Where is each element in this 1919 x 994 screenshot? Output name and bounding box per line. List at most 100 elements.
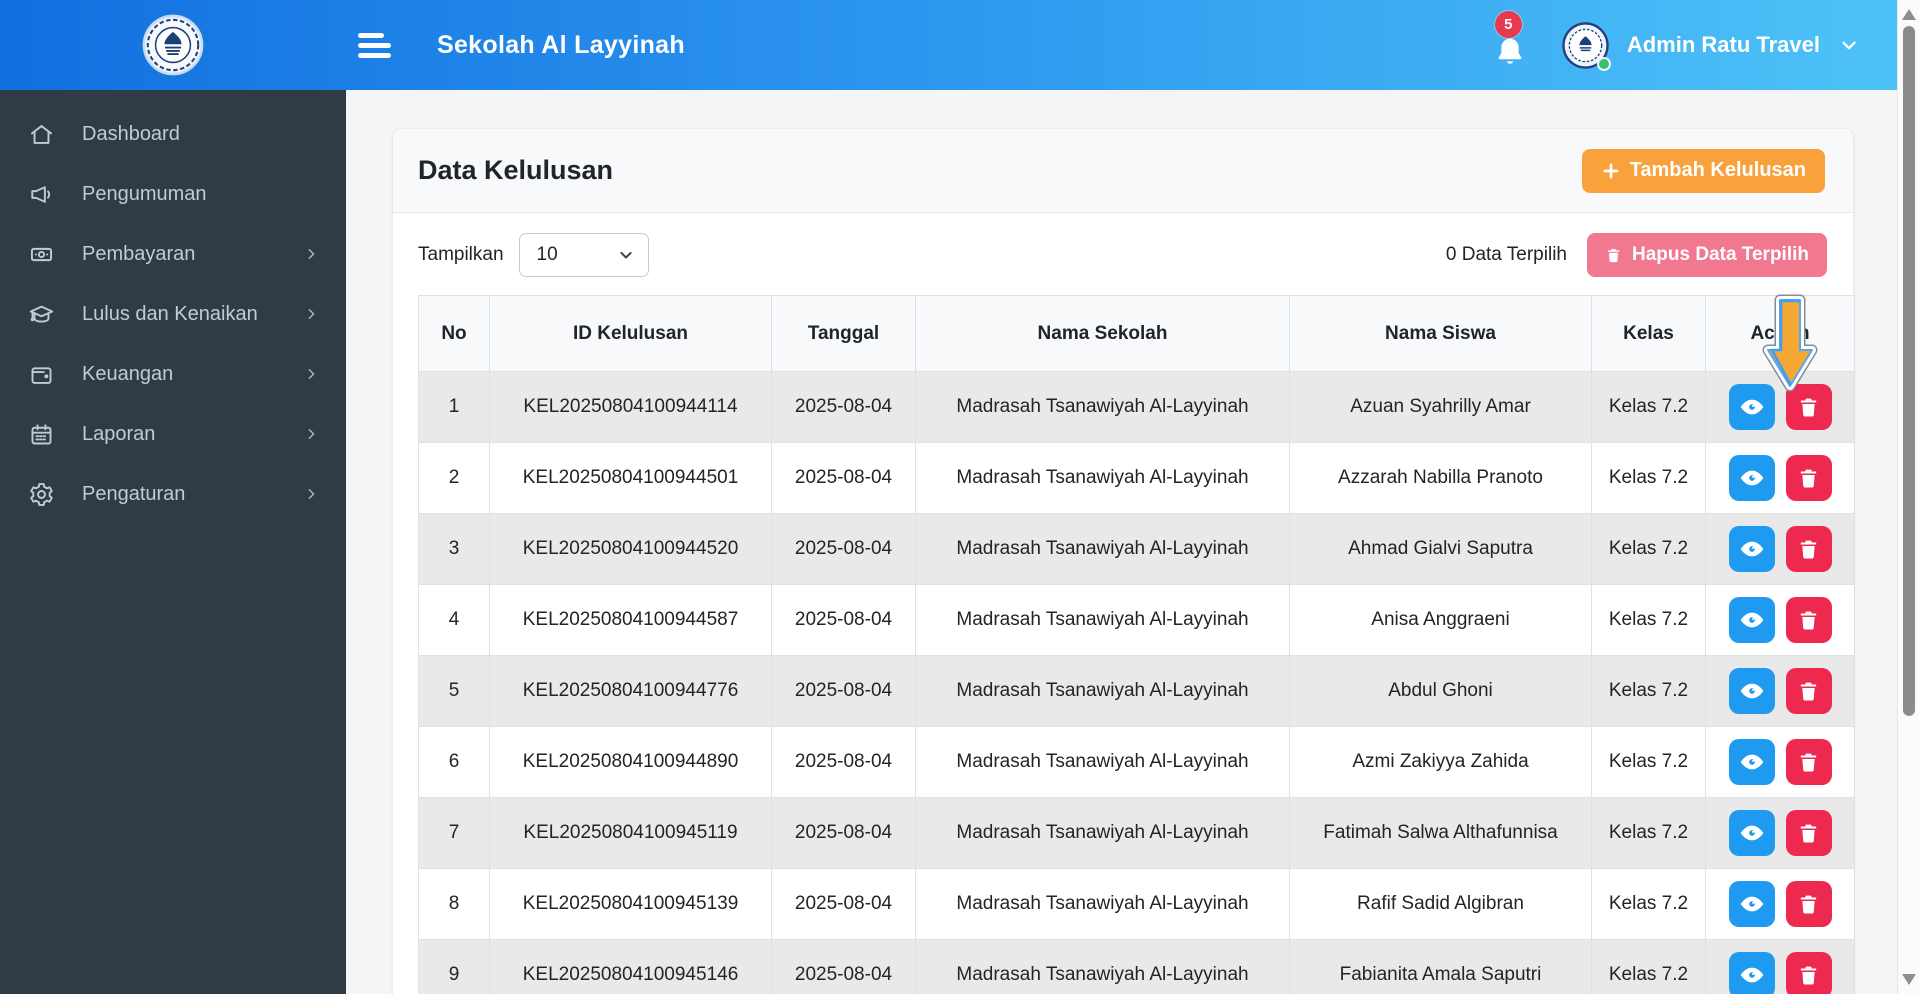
cell-siswa: Fatimah Salwa Althafunnisa — [1289, 797, 1592, 869]
page-size-select[interactable]: 10 — [518, 233, 649, 277]
cell-kelas: Kelas 7.2 — [1591, 726, 1706, 798]
tambah-kelulusan-label: Tambah Kelulusan — [1629, 159, 1806, 181]
calendar-icon — [27, 420, 55, 448]
view-row-button[interactable] — [1728, 455, 1775, 501]
cell-kelas: Kelas 7.2 — [1591, 868, 1706, 940]
delete-row-button[interactable] — [1785, 952, 1832, 994]
megaphone-icon — [27, 180, 55, 208]
delete-row-button[interactable] — [1785, 739, 1832, 785]
notifications-button[interactable]: 5 — [1490, 11, 1530, 71]
table-header-row: No ID Kelulusan Tanggal Nama Sekolah Nama Si… — [418, 295, 1855, 372]
cell-tanggal: 2025-08-04 — [771, 939, 916, 994]
cell-tanggal: 2025-08-04 — [771, 584, 916, 656]
vertical-scrollbar[interactable] — [1897, 0, 1919, 994]
kelulusan-table: No ID Kelulusan Tanggal Nama Sekolah Nama Si… — [418, 295, 1855, 994]
cell-sekolah: Madrasah Tsanawiyah Al-Layyinah — [915, 584, 1290, 656]
chevron-right-icon — [303, 486, 320, 503]
cell-kelas: Kelas 7.2 — [1591, 655, 1706, 727]
delete-row-button[interactable] — [1785, 597, 1832, 643]
table-row-2: 2 KEL20250804100944501 2025-08-04 Madrasah … — [418, 442, 1855, 514]
cell-id: KEL20250804100944114 — [489, 371, 772, 443]
trash-icon — [1607, 248, 1620, 262]
cell-action — [1705, 513, 1855, 585]
cell-tanggal: 2025-08-04 — [771, 371, 916, 443]
view-row-button[interactable] — [1728, 881, 1775, 927]
page-title: Sekolah Al Layyinah — [437, 30, 685, 59]
user-menu-chevron-down-icon[interactable] — [1838, 34, 1860, 56]
hapus-data-terpilih-label: Hapus Data Terpilih — [1631, 244, 1809, 265]
table-zone: No ID Kelulusan Tanggal Nama Sekolah Nama Si… — [418, 295, 1855, 994]
sidebar-item-pengaturan[interactable]: Pengaturan — [0, 464, 346, 524]
table-row-4: 4 KEL20250804100944587 2025-08-04 Madrasah … — [418, 584, 1855, 656]
view-row-button[interactable] — [1728, 739, 1775, 785]
sidebar-item-laporan[interactable]: Laporan — [0, 404, 346, 464]
scrollbar-down-arrow-icon[interactable] — [1902, 974, 1916, 985]
sidebar-item-pengumuman[interactable]: Pengumuman — [0, 164, 346, 224]
cell-siswa: Azuan Syahrilly Amar — [1289, 371, 1592, 443]
delete-row-button[interactable] — [1785, 455, 1832, 501]
cell-siswa: Ahmad Gialvi Saputra — [1289, 513, 1592, 585]
user-avatar[interactable] — [1562, 21, 1611, 71]
delete-row-button[interactable] — [1785, 384, 1832, 430]
main-content: Data Kelulusan Tambah Kelulusan Tampilka… — [346, 90, 1919, 994]
sidebar-item-label: Keuangan — [82, 362, 174, 385]
column-header-action: Action — [1705, 295, 1855, 372]
bell-icon — [1498, 38, 1522, 64]
cell-sekolah: Madrasah Tsanawiyah Al-Layyinah — [915, 726, 1290, 798]
cell-action — [1705, 442, 1855, 514]
column-header-nama-sekolah: Nama Sekolah — [915, 295, 1290, 372]
cell-sekolah: Madrasah Tsanawiyah Al-Layyinah — [915, 655, 1290, 727]
user-menu-name[interactable]: Admin Ratu Travel — [1627, 32, 1820, 58]
cell-action — [1705, 726, 1855, 798]
hapus-data-terpilih-button[interactable]: Hapus Data Terpilih — [1586, 233, 1827, 277]
delete-row-button[interactable] — [1785, 810, 1832, 856]
eye-icon — [1739, 607, 1765, 633]
view-row-button[interactable] — [1728, 597, 1775, 643]
select-chevron-down-icon — [616, 245, 636, 265]
scrollbar-thumb[interactable] — [1903, 26, 1915, 716]
sidebar-item-keuangan[interactable]: Keuangan — [0, 344, 346, 404]
cell-kelas: Kelas 7.2 — [1591, 442, 1706, 514]
eye-icon — [1739, 820, 1765, 846]
cell-no: 9 — [418, 939, 490, 994]
delete-row-button[interactable] — [1785, 668, 1832, 714]
sidebar-item-dashboard[interactable]: Dashboard — [0, 104, 346, 164]
cell-action — [1705, 655, 1855, 727]
column-header-nama-siswa: Nama Siswa — [1289, 295, 1592, 372]
delete-row-button[interactable] — [1785, 881, 1832, 927]
cell-kelas: Kelas 7.2 — [1591, 513, 1706, 585]
delete-row-button[interactable] — [1785, 526, 1832, 572]
sidebar-item-lulus-dan-kenaikan[interactable]: Lulus dan Kenaikan — [0, 284, 346, 344]
cell-siswa: Azmi Zakiyya Zahida — [1289, 726, 1592, 798]
tambah-kelulusan-button[interactable]: Tambah Kelulusan — [1581, 148, 1825, 193]
wallet-icon — [27, 360, 55, 388]
cell-kelas: Kelas 7.2 — [1591, 797, 1706, 869]
sidebar-toggle-button[interactable] — [358, 33, 392, 59]
view-row-button[interactable] — [1728, 952, 1775, 994]
table-row-3: 3 KEL20250804100944520 2025-08-04 Madrasah … — [418, 513, 1855, 585]
scrollbar-up-arrow-icon[interactable] — [1902, 9, 1916, 20]
view-row-button[interactable] — [1728, 384, 1775, 430]
trash-icon — [1797, 396, 1820, 419]
cell-id: KEL20250804100945146 — [489, 939, 772, 994]
cell-action — [1705, 939, 1855, 994]
cell-id: KEL20250804100944501 — [489, 442, 772, 514]
table-row-9: 9 KEL20250804100945146 2025-08-04 Madrasah … — [418, 939, 1855, 994]
cell-kelas: Kelas 7.2 — [1591, 939, 1706, 994]
cell-siswa: Azzarah Nabilla Pranoto — [1289, 442, 1592, 514]
home-icon — [27, 120, 55, 148]
cell-action — [1705, 868, 1855, 940]
trash-icon — [1797, 893, 1820, 916]
view-row-button[interactable] — [1728, 526, 1775, 572]
cell-id: KEL20250804100945119 — [489, 797, 772, 869]
table-row-5: 5 KEL20250804100944776 2025-08-04 Madrasah … — [418, 655, 1855, 727]
sidebar-item-label: Pengaturan — [82, 482, 186, 505]
sidebar-item-pembayaran[interactable]: Pembayaran — [0, 224, 346, 284]
view-row-button[interactable] — [1728, 810, 1775, 856]
cell-no: 4 — [418, 584, 490, 656]
data-kelulusan-card: Data Kelulusan Tambah Kelulusan Tampilka… — [392, 128, 1855, 994]
trash-icon — [1797, 751, 1820, 774]
view-row-button[interactable] — [1728, 668, 1775, 714]
cell-tanggal: 2025-08-04 — [771, 513, 916, 585]
cell-no: 2 — [418, 442, 490, 514]
